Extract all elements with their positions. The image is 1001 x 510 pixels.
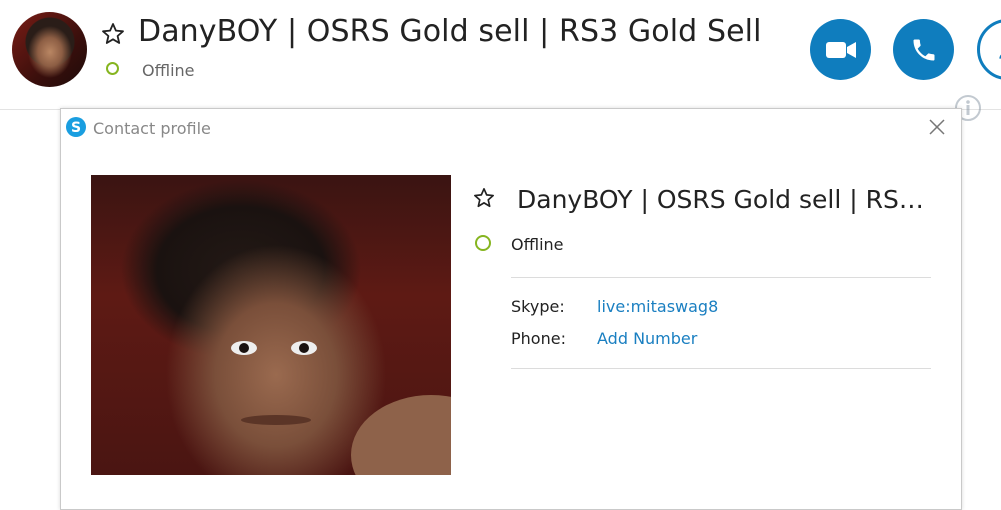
skype-logo-icon: S — [65, 116, 87, 138]
divider — [511, 277, 931, 278]
status-indicator — [106, 62, 119, 75]
audio-call-button[interactable] — [893, 19, 954, 80]
profile-status: Offline — [511, 235, 564, 254]
conversation-header: DanyBOY | OSRS Gold sell | RS3 Gold Sell… — [0, 0, 1001, 110]
status-indicator — [475, 235, 491, 251]
status-text: Offline — [142, 61, 195, 80]
video-call-icon — [825, 40, 857, 60]
dialog-title: Contact profile — [93, 119, 211, 138]
add-number-link[interactable]: Add Number — [597, 329, 697, 348]
contact-profile-dialog: S Contact profile DanyBOY | OSRS Gold se… — [60, 108, 962, 510]
contact-name[interactable]: DanyBOY | OSRS Gold sell | RS3 Gold Sell — [138, 14, 762, 49]
divider — [511, 368, 931, 369]
add-people-button[interactable] — [977, 19, 1001, 80]
profile-name: DanyBOY | OSRS Gold sell | RS3... — [517, 185, 937, 214]
contact-icon — [995, 37, 1001, 63]
skype-id-link[interactable]: live:mitaswag8 — [597, 297, 718, 316]
photo-detail — [241, 415, 311, 425]
photo-detail — [351, 395, 451, 475]
close-icon[interactable] — [928, 118, 946, 136]
svg-text:S: S — [71, 120, 81, 136]
video-call-button[interactable] — [810, 19, 871, 80]
phone-label: Phone: — [511, 329, 566, 348]
profile-photo — [91, 175, 451, 475]
skype-label: Skype: — [511, 297, 565, 316]
photo-detail — [231, 341, 257, 355]
star-icon[interactable] — [101, 22, 125, 46]
photo-detail — [291, 341, 317, 355]
star-icon[interactable] — [473, 187, 495, 209]
avatar[interactable] — [12, 12, 87, 87]
phone-icon — [910, 36, 938, 64]
